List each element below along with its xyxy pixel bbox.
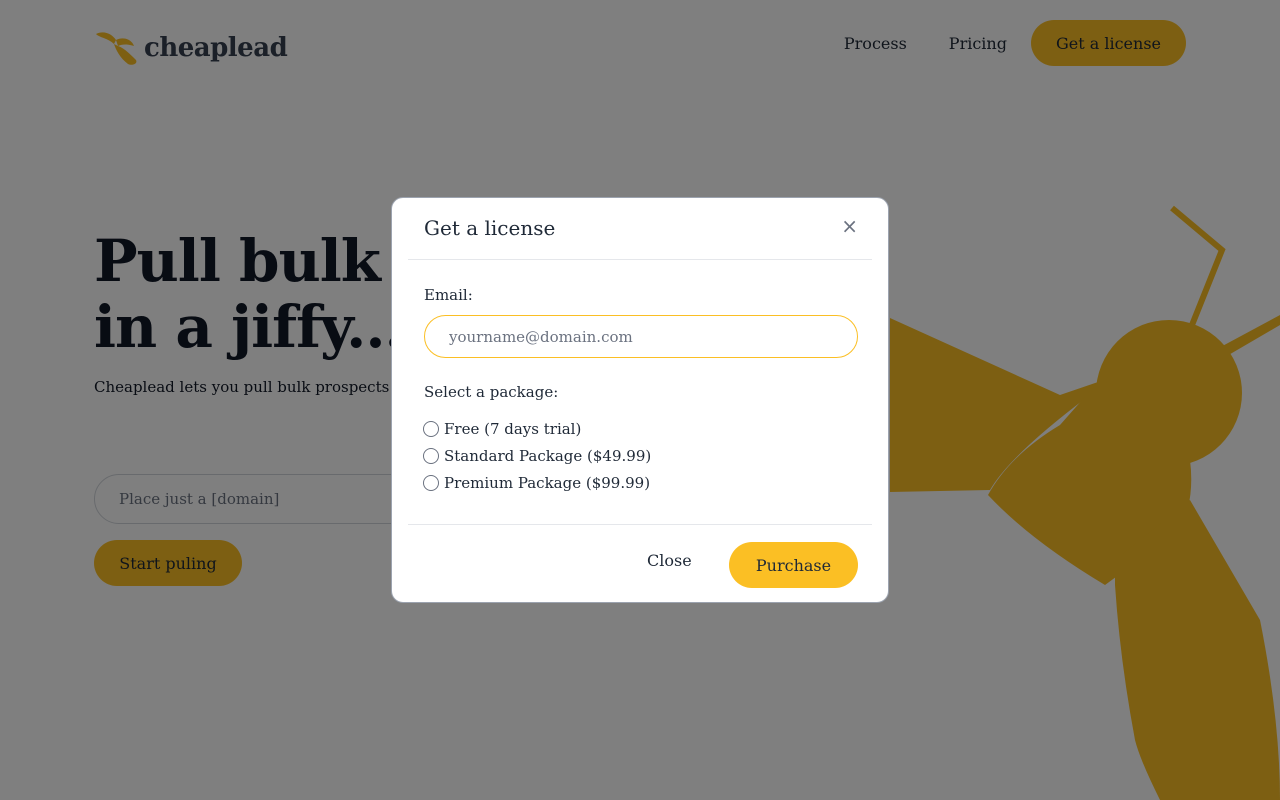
close-icon[interactable]: ×	[841, 214, 858, 238]
package-options: Free (7 days trial) Standard Package ($4…	[423, 415, 651, 496]
package-option-label: Standard Package ($49.99)	[444, 446, 652, 465]
email-field[interactable]	[424, 315, 858, 358]
modal-footer: Close Purchase	[408, 524, 872, 604]
radio-premium[interactable]	[423, 474, 439, 491]
close-button[interactable]: Close	[647, 551, 692, 570]
package-option-standard[interactable]: Standard Package ($49.99)	[423, 442, 651, 469]
license-modal: Get a license × Email: Select a package:…	[391, 197, 889, 603]
package-option-label: Free (7 days trial)	[444, 419, 582, 438]
package-label: Select a package:	[424, 383, 559, 401]
package-option-premium[interactable]: Premium Package ($99.99)	[423, 469, 651, 496]
radio-free[interactable]	[423, 420, 439, 437]
email-label: Email:	[424, 286, 473, 304]
purchase-button[interactable]: Purchase	[729, 542, 858, 588]
radio-standard[interactable]	[423, 447, 439, 464]
package-option-label: Premium Package ($99.99)	[444, 473, 651, 492]
package-option-free[interactable]: Free (7 days trial)	[423, 415, 651, 442]
modal-header: Get a license ×	[408, 198, 872, 260]
modal-title: Get a license	[424, 216, 556, 240]
